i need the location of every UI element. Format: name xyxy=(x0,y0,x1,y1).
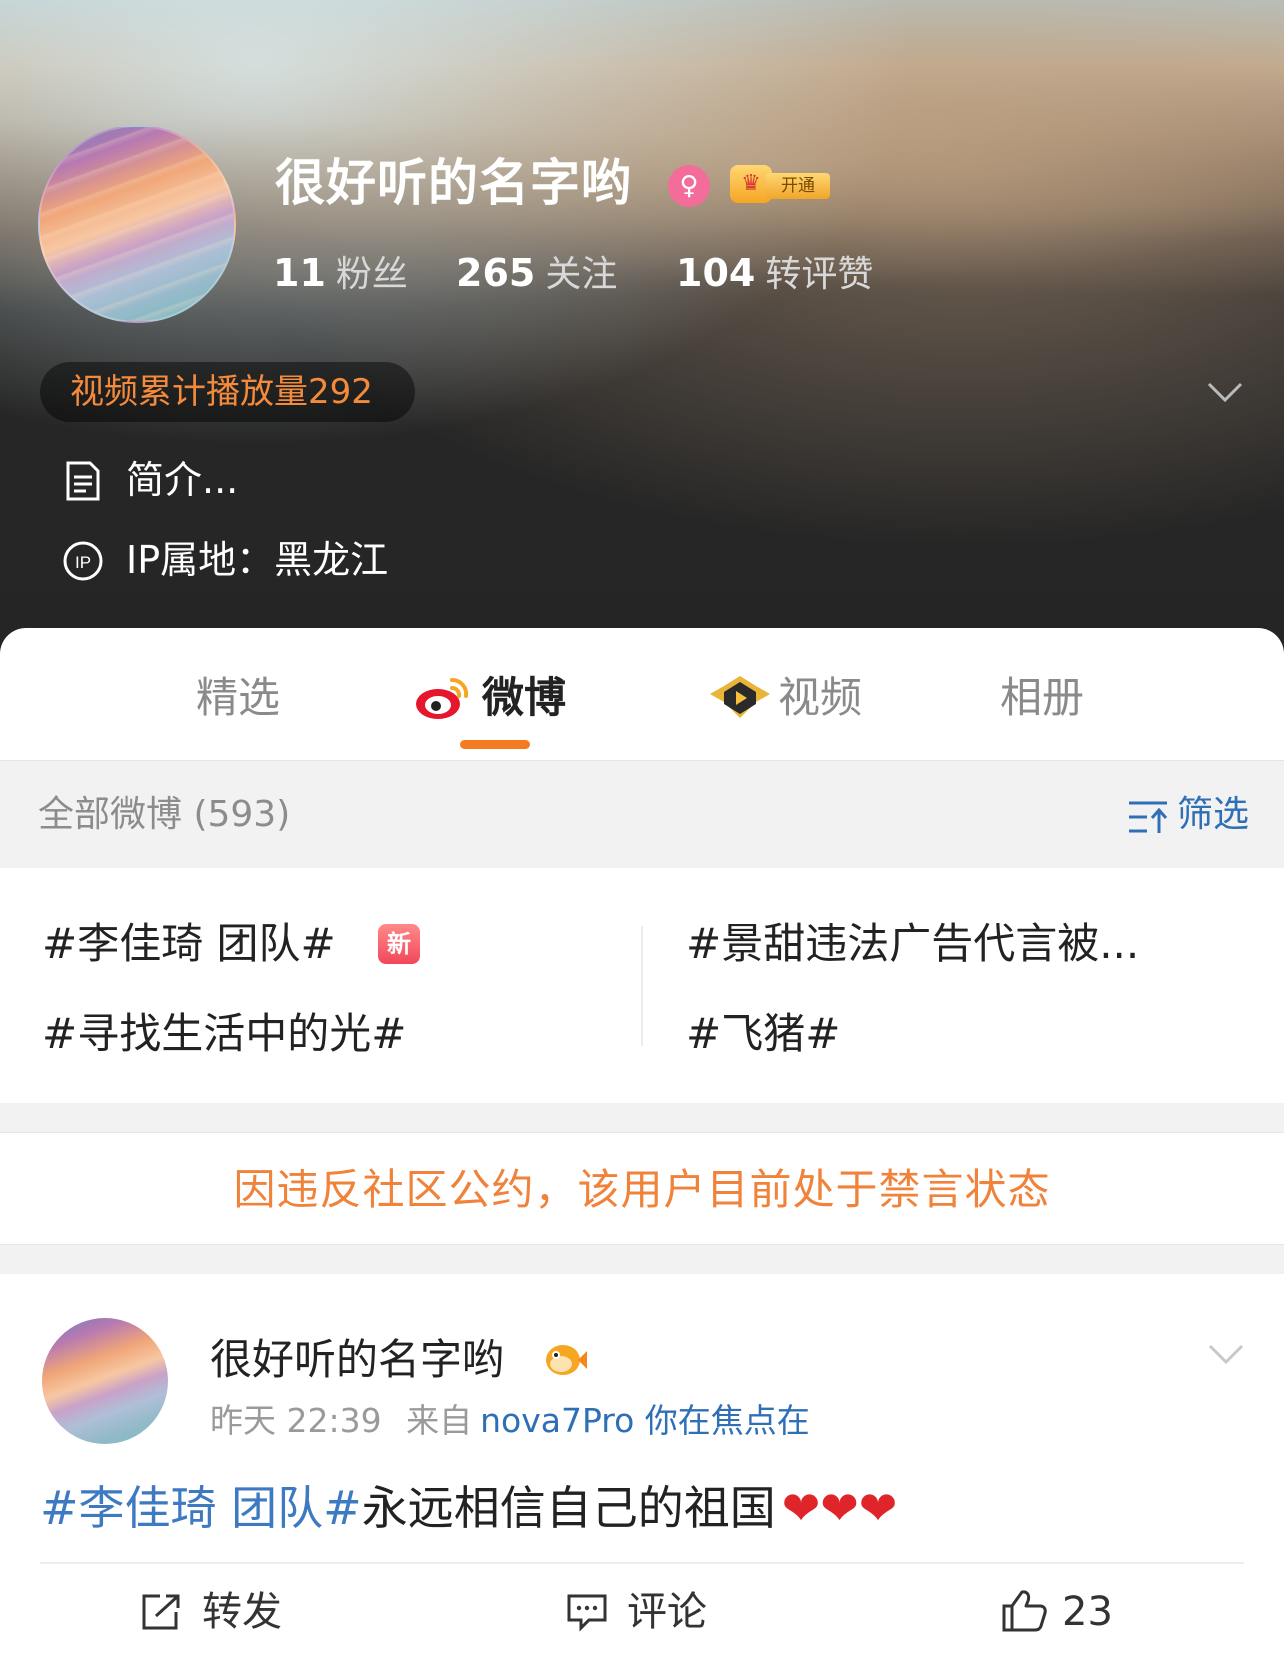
topic-list: #李佳琦 团队# 新 #寻找生活中的光# #景甜违法广告代言被... #飞猪# xyxy=(0,868,1284,1103)
stat-following[interactable]: 265 关注 xyxy=(456,248,617,298)
filter-bar: 全部微博 (593) 筛选 xyxy=(0,760,1284,868)
weibo-post[interactable]: 很好听的名字哟 昨天 22:39 来自 nova7Pro 你在焦点在 #李佳琦 团… xyxy=(0,1274,1284,1679)
post-topic-tag[interactable]: #李佳琦 团队# xyxy=(40,1481,362,1535)
post-author-name[interactable]: 很好听的名字哟 xyxy=(210,1332,504,1388)
comment-button[interactable]: 评论 xyxy=(565,1584,745,1640)
vip-badge[interactable]: ♛ 开通 xyxy=(730,165,830,203)
tab-video-label: 视频 xyxy=(778,673,863,722)
document-icon xyxy=(62,460,104,502)
bio-text: 简介... xyxy=(126,458,239,502)
tab-video[interactable]: 视频 xyxy=(708,668,862,728)
female-gender-icon: ♀ xyxy=(668,165,710,207)
stat-interactions[interactable]: 104 转评赞 xyxy=(676,248,873,298)
comment-icon xyxy=(567,1594,607,1632)
thumbs-up-icon xyxy=(1002,1590,1047,1632)
video-plays-pill[interactable]: 视频累计播放量292 xyxy=(40,362,415,422)
chevron-down-icon[interactable] xyxy=(1206,1334,1246,1374)
topic-item[interactable]: #李佳琦 团队# xyxy=(42,914,336,974)
new-badge: 新 xyxy=(378,924,420,964)
profile-avatar[interactable] xyxy=(38,125,236,323)
banned-notice: 因违反社区公约，该用户目前处于禁言状态 xyxy=(0,1132,1284,1245)
post-time: 昨天 22:39 xyxy=(210,1401,382,1440)
post-source-prefix: 来自 xyxy=(406,1401,473,1440)
video-badge-icon xyxy=(708,672,772,722)
stat-following-label: 关注 xyxy=(545,254,618,295)
post-author-avatar[interactable] xyxy=(42,1318,168,1444)
stat-fans[interactable]: 11 粉丝 xyxy=(273,248,408,298)
stat-fans-label: 粉丝 xyxy=(335,254,408,295)
topic-item[interactable]: #寻找生活中的光# xyxy=(42,1004,406,1064)
vip-open-label: 开通 xyxy=(766,173,830,199)
active-tab-indicator xyxy=(460,740,530,749)
post-source[interactable]: nova7Pro 你在焦点在 xyxy=(480,1401,810,1440)
tab-album[interactable]: 相册 xyxy=(1000,668,1084,728)
weibo-logo-icon xyxy=(414,672,472,722)
topic-item[interactable]: #景甜违法广告代言被... xyxy=(686,914,1139,974)
puffer-fish-icon xyxy=(542,1338,588,1380)
stat-interactions-count: 104 xyxy=(676,251,756,295)
chevron-down-icon[interactable] xyxy=(1205,372,1245,412)
ip-icon: IP xyxy=(62,540,104,582)
repost-label: 转发 xyxy=(202,1589,282,1635)
stat-interactions-label: 转评赞 xyxy=(765,254,874,295)
ip-location-text: IP属地：黑龙江 xyxy=(126,538,389,582)
repost-button[interactable]: 转发 xyxy=(140,1584,320,1640)
profile-tabs: 精选 微博 视频 相册 xyxy=(0,628,1284,760)
topic-divider xyxy=(641,926,643,1046)
post-body: 永远相信自己的祖国 xyxy=(361,1481,776,1535)
stat-fans-count: 11 xyxy=(273,251,326,295)
filter-button[interactable]: 筛选 xyxy=(1127,789,1257,841)
heart-emoji: ❤❤❤ xyxy=(781,1481,898,1535)
tab-featured[interactable]: 精选 xyxy=(196,668,280,728)
post-divider xyxy=(40,1562,1244,1564)
like-count: 23 xyxy=(1062,1589,1113,1635)
profile-header: 很好听的名字哟 ♀ ♛ 开通 11 粉丝 265 关注 104 转评赞 视频累计播放量… xyxy=(0,0,1284,660)
comment-label: 评论 xyxy=(627,1589,707,1635)
filter-icon xyxy=(1129,801,1168,833)
all-posts-count: 全部微博 (593) xyxy=(38,794,291,835)
repost-icon xyxy=(142,1594,180,1630)
stat-following-count: 265 xyxy=(456,251,536,295)
post-content: #李佳琦 团队#永远相信自己的祖国 ❤❤❤ xyxy=(40,1474,897,1542)
like-button[interactable]: 23 xyxy=(1000,1584,1160,1640)
profile-username: 很好听的名字哟 xyxy=(275,154,632,212)
tab-weibo[interactable]: 微博 xyxy=(414,668,566,728)
post-meta: 昨天 22:39 来自 nova7Pro 你在焦点在 xyxy=(210,1398,810,1444)
topic-item[interactable]: #飞猪# xyxy=(686,1004,840,1064)
filter-button-label: 筛选 xyxy=(1177,794,1250,835)
svg-text:IP: IP xyxy=(75,553,91,572)
tab-weibo-label: 微博 xyxy=(482,673,567,722)
